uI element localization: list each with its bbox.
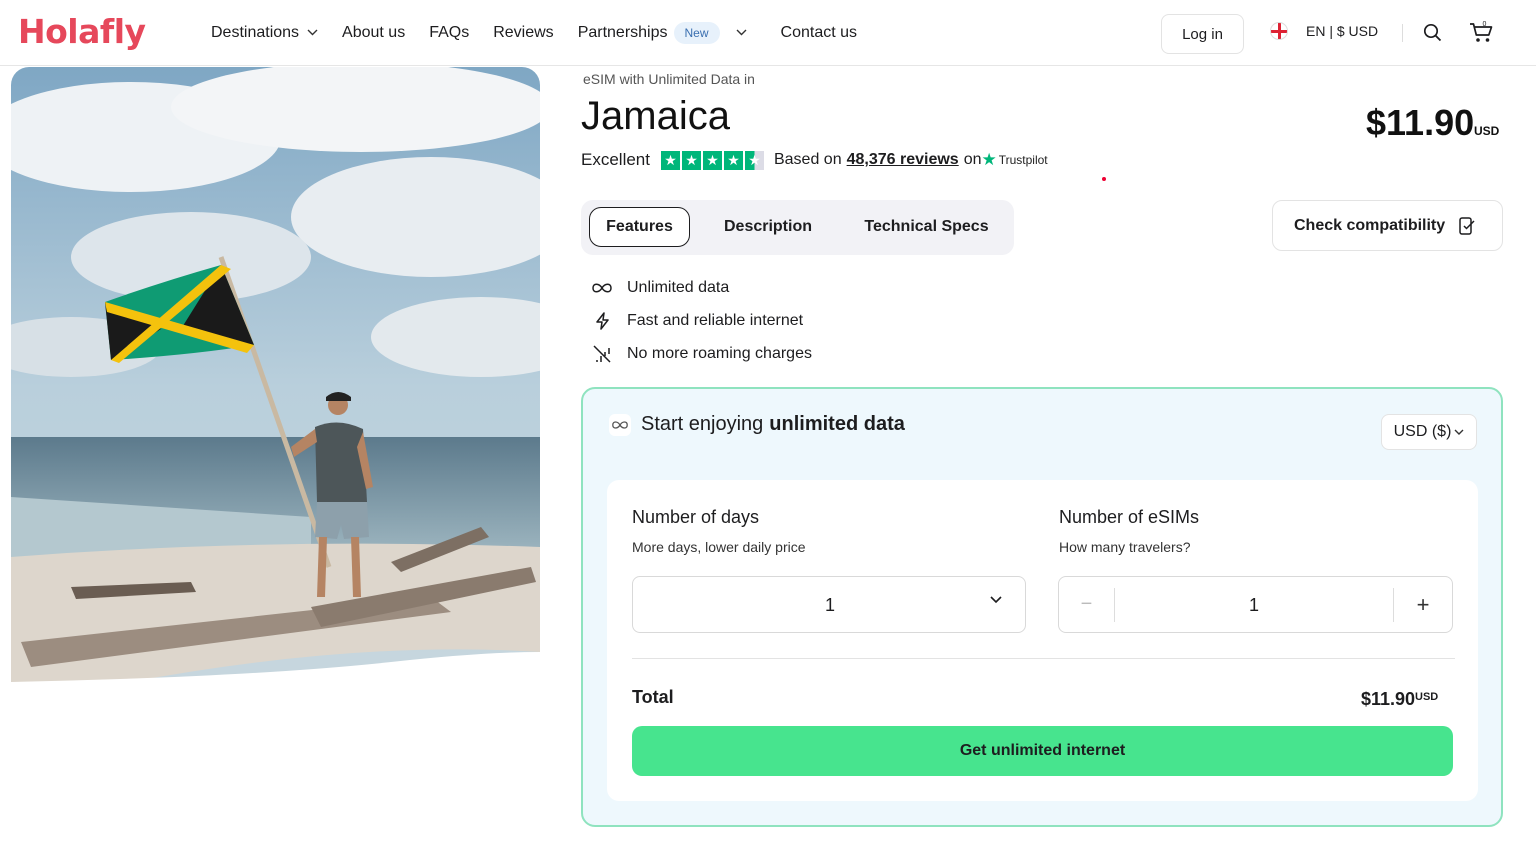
chevron-down-icon [990, 596, 1002, 604]
holafly-logo[interactable]: Holafly [18, 12, 146, 51]
get-unlimited-internet-button[interactable]: Get unlimited internet [632, 726, 1453, 776]
nav-reviews[interactable]: Reviews [493, 24, 553, 42]
based-on-text: Based on [773, 151, 842, 168]
on-text: on [963, 151, 982, 168]
main-nav: Destinations About us FAQs Reviews Partn… [211, 0, 881, 66]
page-title: Jamaica [581, 94, 730, 138]
site-header: Holafly Destinations About us FAQs Revie… [0, 0, 1536, 66]
language-label: EN | $ USD [1306, 23, 1379, 39]
feature-item: No more roaming charges [591, 337, 812, 370]
total-label: Total [632, 687, 674, 707]
star-icon: ★ [723, 150, 743, 170]
feature-label: Unlimited data [627, 278, 730, 296]
card-heading-prefix: Start enjoying [641, 413, 764, 435]
check-compatibility-label: Check compatibility [1294, 216, 1446, 234]
infinity-icon [591, 283, 613, 293]
nav-faqs[interactable]: FAQs [429, 24, 469, 42]
total-value: $11.90 [1361, 689, 1416, 709]
price-currency: USD [1474, 124, 1500, 138]
search-icon[interactable] [1423, 23, 1442, 47]
chevron-down-icon [307, 27, 318, 39]
rating-row: Excellent ★ ★ ★ ★ ★ Based on 48,376 revi… [581, 150, 1048, 170]
check-compatibility-button[interactable]: Check compatibility [1272, 200, 1503, 251]
feature-label: No more roaming charges [627, 344, 812, 362]
days-select[interactable]: 1 [632, 576, 1026, 633]
feature-label: Fast and reliable internet [627, 311, 804, 329]
trustpilot-stars: ★ ★ ★ ★ ★ [660, 150, 764, 170]
nav-about[interactable]: About us [342, 24, 405, 42]
esims-title: Number of eSIMs [1059, 507, 1200, 527]
star-icon: ★ [681, 150, 701, 170]
esims-quantity[interactable]: 1 [1115, 595, 1393, 616]
currency-select[interactable]: USD ($) [1381, 414, 1477, 450]
total-currency: USD [1415, 691, 1439, 703]
tab-technical-specs[interactable]: Technical Specs [849, 207, 1004, 247]
infinity-icon [609, 413, 631, 436]
login-button[interactable]: Log in [1161, 14, 1244, 54]
nav-partnerships[interactable]: Partnerships New [578, 22, 747, 44]
nav-contact[interactable]: Contact us [781, 24, 857, 42]
increment-button[interactable]: + [1394, 577, 1452, 632]
chevron-down-icon [1454, 429, 1464, 435]
product-eyebrow: eSIM with Unlimited Data in [583, 71, 755, 87]
nav-destinations-label: Destinations [211, 24, 300, 41]
decorative-dot [1102, 177, 1106, 181]
currency-select-value: USD ($) [1393, 423, 1452, 440]
half-star-icon: ★ [744, 150, 764, 170]
lightning-icon [591, 311, 613, 330]
star-icon: ★ [660, 150, 680, 170]
card-heading: Start enjoying unlimited data [609, 413, 905, 436]
language-selector[interactable]: EN | $ USD [1270, 22, 1378, 40]
purchase-card: Start enjoying unlimited data USD ($) Nu… [581, 387, 1503, 827]
trustpilot-label: Trustpilot [998, 153, 1048, 167]
trustpilot-star-icon: ★ [981, 150, 997, 169]
days-subtitle: More days, lower daily price [632, 539, 806, 555]
tab-description[interactable]: Description [707, 207, 829, 247]
no-signal-icon [591, 344, 613, 363]
chevron-down-icon [736, 27, 747, 39]
uk-flag-icon [1270, 22, 1288, 40]
destination-photo [11, 67, 540, 707]
days-title: Number of days [632, 507, 760, 527]
feature-item: Unlimited data [591, 271, 812, 304]
product-tabs: Features Description Technical Specs [581, 200, 1014, 255]
esims-stepper: − 1 + [1058, 576, 1453, 633]
features-list: Unlimited data Fast and reliable interne… [591, 271, 812, 370]
new-badge: New [673, 22, 720, 44]
rating-word: Excellent [581, 150, 650, 169]
days-select-value: 1 [824, 595, 835, 615]
nav-destinations[interactable]: Destinations [211, 24, 318, 42]
feature-item: Fast and reliable internet [591, 304, 812, 337]
esims-subtitle: How many travelers? [1059, 539, 1191, 555]
tab-features[interactable]: Features [589, 207, 690, 247]
cart-icon[interactable]: 0 [1469, 20, 1495, 49]
phone-check-icon [1459, 216, 1475, 235]
cart-count: 0 [1483, 21, 1487, 28]
card-heading-bold: unlimited data [769, 413, 905, 435]
nav-partnerships-label: Partnerships [577, 24, 668, 41]
divider [632, 658, 1455, 659]
decrement-button[interactable]: − [1059, 577, 1114, 632]
reviews-link[interactable]: 48,376 reviews [847, 151, 959, 169]
header-divider [1402, 24, 1403, 42]
product-price: $11.90 [1366, 102, 1475, 143]
order-form: Number of days More days, lower daily pr… [607, 480, 1478, 801]
star-icon: ★ [702, 150, 722, 170]
trustpilot-logo[interactable]: ★ Trustpilot [981, 150, 1047, 170]
